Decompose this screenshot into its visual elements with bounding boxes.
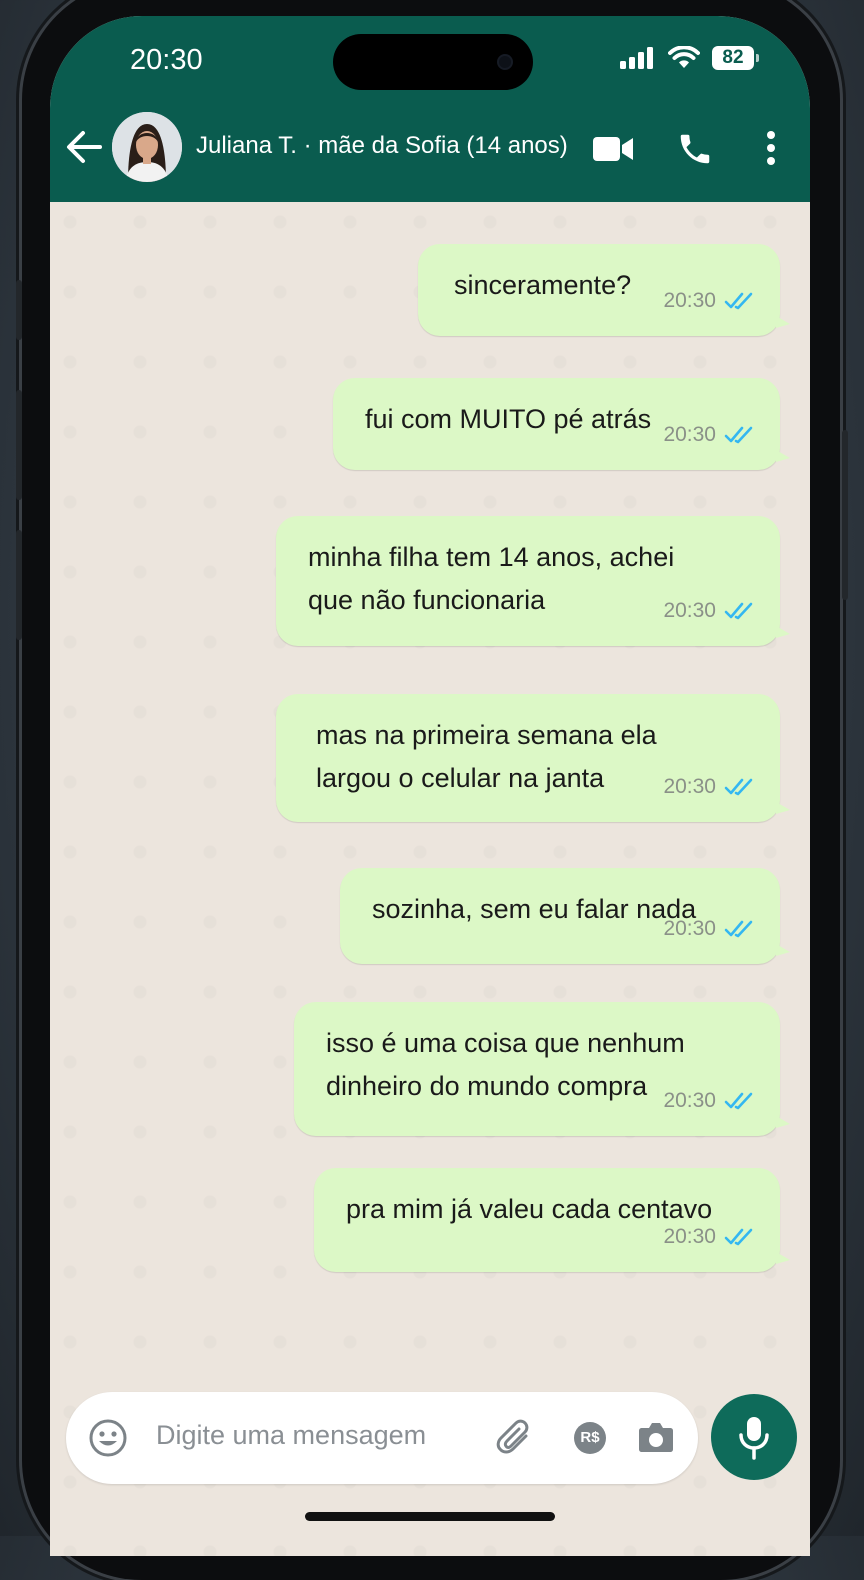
message-bubble[interactable]: fui com MUITO pé atrás 20:30: [333, 378, 790, 470]
message-bubble[interactable]: mas na primeira semana ela largou o celu…: [276, 694, 790, 822]
phone-screen: 20:30 82 Juliana T. · mãe da Sofia (14 a…: [50, 16, 810, 1556]
voice-call-icon[interactable]: [676, 130, 714, 168]
contact-avatar[interactable]: [112, 112, 182, 182]
wifi-icon: [668, 46, 700, 68]
back-arrow-icon[interactable]: [66, 130, 102, 164]
message-meta: 20:30: [663, 413, 756, 456]
message-meta: 20:30: [663, 589, 756, 632]
message-bubble[interactable]: isso é uma coisa que nenhum dinheiro do …: [294, 1002, 790, 1136]
side-button: [16, 280, 22, 340]
read-receipt-icon: [724, 920, 753, 937]
chat-area[interactable]: sinceramente? 20:30 fui com MUITO pé atr…: [50, 202, 810, 1556]
message-text-line: isso é uma coisa que nenhum: [326, 1028, 685, 1058]
message-input[interactable]: Digite uma mensagem: [156, 1420, 426, 1451]
read-receipt-icon: [724, 1092, 753, 1109]
mic-button[interactable]: [711, 1394, 797, 1480]
side-button: [16, 390, 22, 500]
message-time: 20:30: [663, 1225, 716, 1248]
message-time: 20:30: [663, 775, 716, 798]
message-time: 20:30: [663, 289, 716, 312]
emoji-icon[interactable]: [88, 1418, 128, 1458]
camera-icon[interactable]: [638, 1420, 674, 1454]
message-time: 20:30: [663, 1089, 716, 1112]
read-receipt-icon: [724, 1228, 753, 1245]
video-call-icon[interactable]: [593, 136, 633, 162]
status-time: 20:30: [130, 44, 203, 76]
message-text-line: mas na primeira semana ela: [316, 720, 657, 750]
message-meta: 20:30: [663, 1079, 756, 1122]
message-time: 20:30: [663, 423, 716, 446]
attach-icon[interactable]: [496, 1418, 536, 1458]
message-composer[interactable]: Digite uma mensagem R$: [66, 1392, 698, 1484]
read-receipt-icon: [724, 292, 753, 309]
side-button: [16, 530, 22, 640]
message-bubble[interactable]: sinceramente? 20:30: [418, 244, 790, 336]
message-meta: 20:30: [663, 279, 756, 322]
mic-icon: [739, 1417, 769, 1460]
message-bubble[interactable]: minha filha tem 14 anos, achei que não f…: [276, 516, 790, 646]
home-indicator[interactable]: [305, 1512, 555, 1521]
status-icons: 82: [620, 46, 759, 70]
side-button: [842, 430, 848, 600]
chat-header: 20:30 82 Juliana T. · mãe da Sofia (14 a…: [50, 16, 810, 202]
message-text-line: minha filha tem 14 anos, achei: [308, 542, 675, 572]
read-receipt-icon: [724, 426, 753, 443]
signal-icon: [620, 47, 653, 69]
message-meta: 20:30: [663, 1215, 756, 1258]
read-receipt-icon: [724, 602, 753, 619]
message-bubble[interactable]: sozinha, sem eu falar nada 20:30: [340, 868, 790, 964]
message-meta: 20:30: [663, 765, 756, 808]
message-meta: 20:30: [663, 907, 756, 950]
message-bubble[interactable]: pra mim já valeu cada centavo 20:30: [314, 1168, 790, 1272]
battery-indicator: 82: [712, 46, 759, 70]
dynamic-island: [333, 34, 533, 90]
read-receipt-icon: [724, 778, 753, 795]
message-time: 20:30: [663, 599, 716, 622]
more-options-icon[interactable]: [765, 131, 777, 165]
message-time: 20:30: [663, 917, 716, 940]
payment-icon[interactable]: R$: [574, 1422, 606, 1454]
contact-name[interactable]: Juliana T. · mãe da Sofia (14 anos): [196, 132, 568, 160]
